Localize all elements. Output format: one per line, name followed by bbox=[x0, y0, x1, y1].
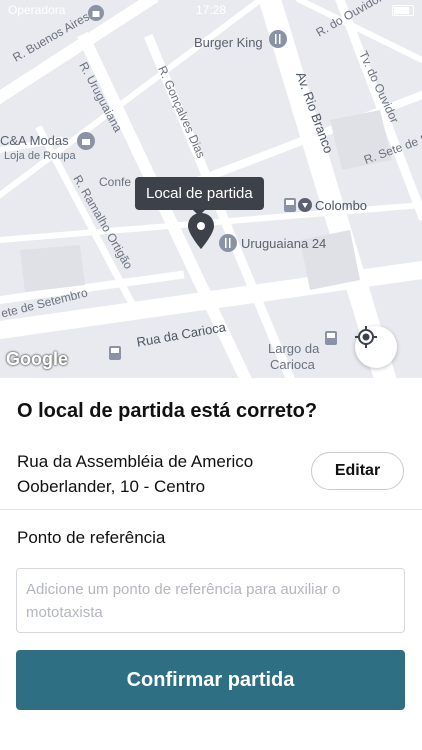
pickup-tooltip: Local de partida bbox=[135, 177, 264, 216]
edit-button[interactable]: Editar bbox=[311, 452, 404, 490]
address-line-1: Rua da Assembléia de Americo bbox=[17, 452, 254, 471]
divider bbox=[0, 509, 422, 510]
address-line-2: Ooberlander, 10 - Centro bbox=[17, 477, 206, 496]
place-burger-king: Burger King bbox=[194, 35, 263, 50]
place-uruguaiana-24: Uruguaiana 24 bbox=[241, 236, 327, 251]
place-largo-carioca-2: Carioca bbox=[270, 357, 315, 372]
place-ca-modas-type: Loja de Roupa bbox=[4, 150, 76, 162]
reference-placeholder: Adicione um ponto de referência para aux… bbox=[26, 581, 341, 621]
reference-input[interactable]: Adicione um ponto de referência para aux… bbox=[16, 568, 405, 633]
status-time: 17:28 bbox=[196, 3, 227, 17]
confirm-question: O local de partida está correto? bbox=[17, 400, 318, 422]
place-confeitaria: Confe bbox=[99, 175, 132, 189]
map-view[interactable]: R. Buenos Aires R. Uruguaiana R. Gonçalv… bbox=[0, 0, 422, 378]
pickup-address: Rua da Assembléia de Americo Ooberlander… bbox=[17, 449, 292, 499]
carrier-label: Operadora bbox=[8, 3, 66, 17]
place-largo-carioca-1: Largo da bbox=[268, 341, 320, 356]
google-logo: Google bbox=[6, 349, 68, 369]
reference-label: Ponto de referência bbox=[17, 528, 166, 547]
battery-icon bbox=[392, 5, 414, 16]
status-bar: Operadora 17:28 bbox=[0, 0, 422, 22]
place-colombo: Colombo bbox=[315, 198, 368, 213]
place-ca-modas: C&A Modas bbox=[0, 133, 69, 148]
my-location-button[interactable] bbox=[355, 326, 397, 368]
confirm-pickup-button[interactable]: Confirmar partida bbox=[16, 650, 405, 710]
my-location-icon bbox=[355, 326, 377, 348]
